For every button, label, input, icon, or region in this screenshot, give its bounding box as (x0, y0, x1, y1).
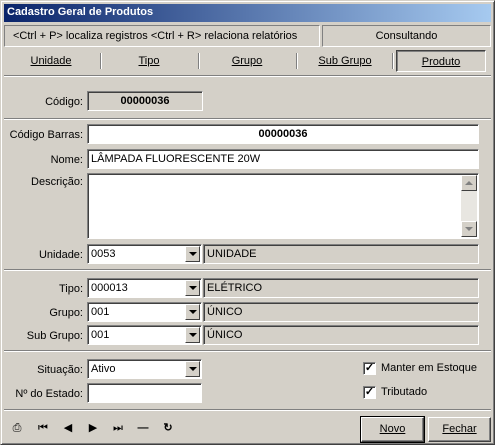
divider (4, 409, 491, 411)
num-estado-field[interactable] (87, 383, 202, 403)
status-text: Consultando (375, 30, 438, 42)
tab-separator (198, 53, 200, 69)
chevron-down-icon[interactable] (185, 304, 200, 320)
nome-label: Nome: (50, 154, 83, 166)
first-record-icon[interactable]: ⏮ (33, 419, 53, 437)
tab-tipo[interactable]: Tipo (104, 50, 194, 72)
descricao-scrollbar[interactable] (461, 175, 477, 237)
unidade-label: Unidade: (38, 249, 83, 261)
tab-unidade[interactable]: Unidade (6, 50, 96, 72)
descricao-textarea[interactable] (87, 173, 479, 239)
next-record-icon[interactable]: ▶ (83, 419, 103, 437)
subgrupo-label: Sub Grupo: (26, 330, 83, 342)
novo-button-label: Novo (379, 423, 406, 435)
tipo-code: 000013 (91, 282, 128, 294)
last-record-icon[interactable]: ⏭ (108, 419, 128, 437)
tab-produto[interactable]: Produto (396, 50, 486, 72)
descricao-label: Descrição: (31, 176, 83, 188)
grupo-description: ÚNICO (203, 302, 479, 322)
novo-button[interactable]: Novo (360, 416, 425, 443)
manter-estoque-checkbox[interactable]: ✓ (363, 362, 376, 375)
shortcuts-text: <Ctrl + P> localiza registros <Ctrl + R>… (13, 30, 298, 42)
manter-estoque-label: Manter em Estoque (381, 362, 477, 374)
codigo-barras-label: Código Barras: (9, 129, 83, 141)
tab-separator (100, 53, 102, 69)
chevron-down-icon[interactable] (185, 246, 200, 262)
grupo-label: Grupo: (49, 307, 83, 319)
grupo-code: 001 (91, 306, 110, 318)
tab-bar: Unidade Tipo Grupo Sub Grupo Produto (4, 49, 491, 73)
divider (4, 75, 491, 77)
delete-record-icon[interactable]: — (133, 419, 153, 437)
divider (4, 118, 491, 120)
tipo-select[interactable]: 000013 (87, 278, 202, 298)
subgrupo-description: ÚNICO (203, 325, 479, 345)
chevron-down-icon[interactable] (185, 327, 200, 343)
grupo-select[interactable]: 001 (87, 302, 202, 322)
fechar-button-label: Fechar (442, 423, 477, 435)
tab-separator (296, 53, 298, 69)
tributado-checkbox[interactable]: ✓ (363, 386, 376, 399)
print-preview-icon[interactable]: ⎙ (7, 419, 27, 437)
divider (4, 350, 491, 352)
situacao-value: Ativo (91, 363, 116, 375)
tab-separator (392, 53, 394, 69)
divider (4, 269, 491, 271)
window-title: Cadastro Geral de Produtos (4, 4, 491, 22)
prev-record-icon[interactable]: ◀ (58, 419, 78, 437)
situacao-select[interactable]: Ativo (87, 359, 202, 379)
checkmark-icon: ✓ (364, 362, 375, 374)
tributado-label: Tributado (381, 386, 428, 398)
subgrupo-code: 001 (91, 329, 110, 341)
refresh-icon[interactable]: ↻ (158, 419, 178, 437)
nome-field[interactable]: LÂMPADA FLUORESCENTE 20W (87, 149, 479, 169)
codigo-barras-field[interactable]: 00000036 (87, 124, 479, 144)
situacao-label: Situação: (37, 364, 83, 376)
status-bar: Consultando (322, 25, 491, 47)
codigo-label: Código: (45, 96, 83, 108)
main-window: Cadastro Geral de Produtos <Ctrl + P> lo… (0, 0, 495, 445)
unidade-description: UNIDADE (203, 244, 479, 264)
scroll-up-icon[interactable] (461, 175, 477, 191)
scroll-down-icon[interactable] (461, 221, 477, 237)
unidade-code: 0053 (91, 248, 116, 260)
checkmark-icon: ✓ (364, 386, 375, 398)
fechar-button[interactable]: Fechar (428, 417, 491, 442)
shortcuts-bar: <Ctrl + P> localiza registros <Ctrl + R>… (4, 25, 320, 47)
tipo-description: ELÉTRICO (203, 278, 479, 298)
unidade-select[interactable]: 0053 (87, 244, 202, 264)
subgrupo-select[interactable]: 001 (87, 325, 202, 345)
codigo-field: 00000036 (87, 91, 203, 111)
tab-sub-grupo[interactable]: Sub Grupo (300, 50, 390, 72)
num-estado-label: Nº do Estado: (15, 388, 83, 400)
chevron-down-icon[interactable] (185, 361, 200, 377)
tab-grupo[interactable]: Grupo (202, 50, 292, 72)
tipo-label: Tipo: (58, 283, 83, 295)
chevron-down-icon[interactable] (185, 280, 200, 296)
